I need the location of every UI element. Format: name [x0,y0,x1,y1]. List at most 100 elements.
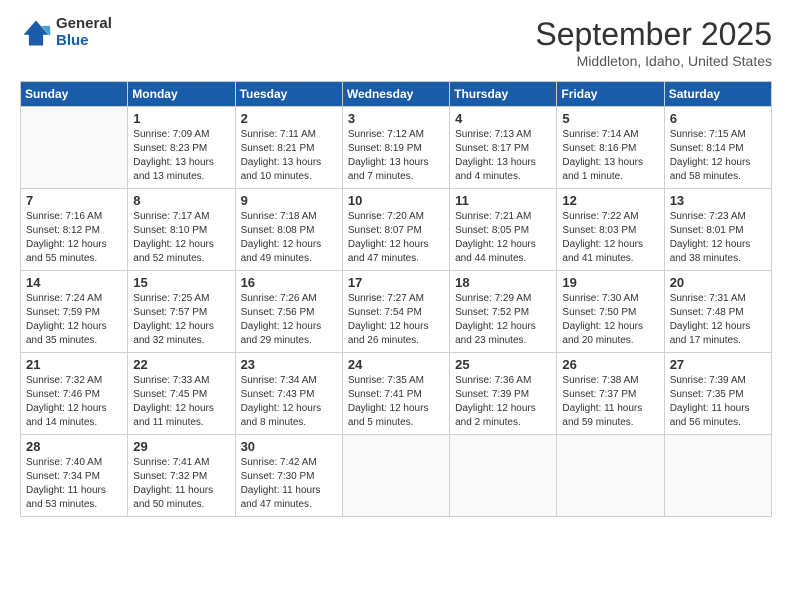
day-number: 26 [562,357,658,372]
calendar-cell: 14 Sunrise: 7:24 AMSunset: 7:59 PMDayligh… [21,271,128,353]
day-header-sunday: Sunday [21,82,128,107]
day-number: 24 [348,357,444,372]
calendar-cell: 25 Sunrise: 7:36 AMSunset: 7:39 PMDayligh… [450,353,557,435]
day-number: 10 [348,193,444,208]
day-info: Sunrise: 7:12 AMSunset: 8:19 PMDaylight:… [348,128,444,184]
day-info: Sunrise: 7:16 AMSunset: 8:12 PMDaylight:… [26,210,122,266]
calendar-cell [342,435,449,517]
day-info: Sunrise: 7:33 AMSunset: 7:45 PMDaylight:… [133,374,229,430]
title-block: September 2025 Middleton, Idaho, United … [535,16,772,69]
day-number: 18 [455,275,551,290]
calendar-cell: 15Sunrise: 7:25 AMSunset: 7:57 PMDayligh… [128,271,235,353]
calendar-cell: 1Sunrise: 7:09 AMSunset: 8:23 PMDaylight… [128,107,235,189]
day-info: Sunrise: 7:15 AMSunset: 8:14 PMDaylight:… [670,128,766,184]
location: Middleton, Idaho, United States [535,53,772,69]
day-header-tuesday: Tuesday [235,82,342,107]
calendar-cell: 28 Sunrise: 7:40 AMSunset: 7:34 PMDayligh… [21,435,128,517]
calendar-cell: 16 Sunrise: 7:26 AMSunset: 7:56 PMDayligh… [235,271,342,353]
day-info: Sunrise: 7:24 AMSunset: 7:59 PMDaylight:… [26,292,122,348]
day-info: Sunrise: 7:42 AMSunset: 7:30 PMDaylight:… [241,456,337,512]
day-number: 3 [348,111,444,126]
calendar-cell: 10 Sunrise: 7:20 AMSunset: 8:07 PMDayligh… [342,189,449,271]
calendar-cell: 13 Sunrise: 7:23 AMSunset: 8:01 PMDayligh… [664,189,771,271]
calendar-cell: 11 Sunrise: 7:21 AMSunset: 8:05 PMDayligh… [450,189,557,271]
calendar-week-row: 7 Sunrise: 7:16 AMSunset: 8:12 PMDaylight… [21,189,772,271]
day-info: Sunrise: 7:23 AMSunset: 8:01 PMDaylight:… [670,210,766,266]
day-header-friday: Friday [557,82,664,107]
calendar-cell: 19 Sunrise: 7:30 AMSunset: 7:50 PMDayligh… [557,271,664,353]
header: General Blue September 2025 Middleton, I… [20,16,772,69]
calendar-table: SundayMondayTuesdayWednesdayThursdayFrid… [20,81,772,517]
calendar-cell: 20Sunrise: 7:31 AMSunset: 7:48 PMDayligh… [664,271,771,353]
day-info: Sunrise: 7:13 AMSunset: 8:17 PMDaylight:… [455,128,551,184]
day-info: Sunrise: 7:29 AMSunset: 7:52 PMDaylight:… [455,292,551,348]
day-info: Sunrise: 7:34 AMSunset: 7:43 PMDaylight:… [241,374,337,430]
day-number: 29 [133,439,229,454]
day-number: 13 [670,193,766,208]
day-number: 28 [26,439,122,454]
calendar-week-row: 21Sunrise: 7:32 AMSunset: 7:46 PMDayligh… [21,353,772,435]
day-info: Sunrise: 7:22 AMSunset: 8:03 PMDaylight:… [562,210,658,266]
day-info: Sunrise: 7:39 AMSunset: 7:35 PMDaylight:… [670,374,766,430]
day-number: 15 [133,275,229,290]
day-number: 14 [26,275,122,290]
day-number: 27 [670,357,766,372]
calendar-week-row: 28 Sunrise: 7:40 AMSunset: 7:34 PMDayligh… [21,435,772,517]
day-number: 19 [562,275,658,290]
calendar-cell: 29Sunrise: 7:41 AMSunset: 7:32 PMDayligh… [128,435,235,517]
calendar-cell [21,107,128,189]
calendar-cell: 30 Sunrise: 7:42 AMSunset: 7:30 PMDayligh… [235,435,342,517]
day-header-thursday: Thursday [450,82,557,107]
day-info: Sunrise: 7:35 AMSunset: 7:41 PMDaylight:… [348,374,444,430]
day-info: Sunrise: 7:11 AMSunset: 8:21 PMDaylight:… [241,128,337,184]
day-header-saturday: Saturday [664,82,771,107]
calendar-cell: 7 Sunrise: 7:16 AMSunset: 8:12 PMDaylight… [21,189,128,271]
day-info: Sunrise: 7:36 AMSunset: 7:39 PMDaylight:… [455,374,551,430]
day-info: Sunrise: 7:20 AMSunset: 8:07 PMDaylight:… [348,210,444,266]
day-info: Sunrise: 7:09 AMSunset: 8:23 PMDaylight:… [133,128,229,184]
calendar-cell: 21Sunrise: 7:32 AMSunset: 7:46 PMDayligh… [21,353,128,435]
day-info: Sunrise: 7:38 AMSunset: 7:37 PMDaylight:… [562,374,658,430]
calendar-week-row: 1Sunrise: 7:09 AMSunset: 8:23 PMDaylight… [21,107,772,189]
calendar-cell: 26 Sunrise: 7:38 AMSunset: 7:37 PMDayligh… [557,353,664,435]
day-number: 25 [455,357,551,372]
day-number: 16 [241,275,337,290]
calendar-cell [664,435,771,517]
calendar-cell: 8Sunrise: 7:17 AMSunset: 8:10 PMDaylight… [128,189,235,271]
calendar-week-row: 14 Sunrise: 7:24 AMSunset: 7:59 PMDayligh… [21,271,772,353]
calendar-cell: 27 Sunrise: 7:39 AMSunset: 7:35 PMDayligh… [664,353,771,435]
calendar-cell: 12 Sunrise: 7:22 AMSunset: 8:03 PMDayligh… [557,189,664,271]
day-number: 5 [562,111,658,126]
day-number: 21 [26,357,122,372]
day-number: 8 [133,193,229,208]
day-info: Sunrise: 7:40 AMSunset: 7:34 PMDaylight:… [26,456,122,512]
day-number: 4 [455,111,551,126]
logo-icon [20,17,52,49]
calendar-cell: 5Sunrise: 7:14 AMSunset: 8:16 PMDaylight… [557,107,664,189]
day-info: Sunrise: 7:27 AMSunset: 7:54 PMDaylight:… [348,292,444,348]
logo-general-text: General [56,16,112,33]
day-info: Sunrise: 7:30 AMSunset: 7:50 PMDaylight:… [562,292,658,348]
day-info: Sunrise: 7:18 AMSunset: 8:08 PMDaylight:… [241,210,337,266]
day-number: 30 [241,439,337,454]
day-number: 11 [455,193,551,208]
day-number: 12 [562,193,658,208]
calendar-cell [450,435,557,517]
day-number: 6 [670,111,766,126]
month-title: September 2025 [535,16,772,53]
day-number: 20 [670,275,766,290]
day-info: Sunrise: 7:21 AMSunset: 8:05 PMDaylight:… [455,210,551,266]
logo-blue-text: Blue [56,33,112,50]
calendar-cell: 17Sunrise: 7:27 AMSunset: 7:54 PMDayligh… [342,271,449,353]
day-header-wednesday: Wednesday [342,82,449,107]
calendar-cell: 4 Sunrise: 7:13 AMSunset: 8:17 PMDaylight… [450,107,557,189]
logo-text: General Blue [56,16,112,49]
calendar-header-row: SundayMondayTuesdayWednesdayThursdayFrid… [21,82,772,107]
day-number: 2 [241,111,337,126]
day-number: 7 [26,193,122,208]
calendar-cell: 3 Sunrise: 7:12 AMSunset: 8:19 PMDaylight… [342,107,449,189]
day-info: Sunrise: 7:26 AMSunset: 7:56 PMDaylight:… [241,292,337,348]
day-number: 9 [241,193,337,208]
calendar-cell: 24 Sunrise: 7:35 AMSunset: 7:41 PMDayligh… [342,353,449,435]
day-header-monday: Monday [128,82,235,107]
